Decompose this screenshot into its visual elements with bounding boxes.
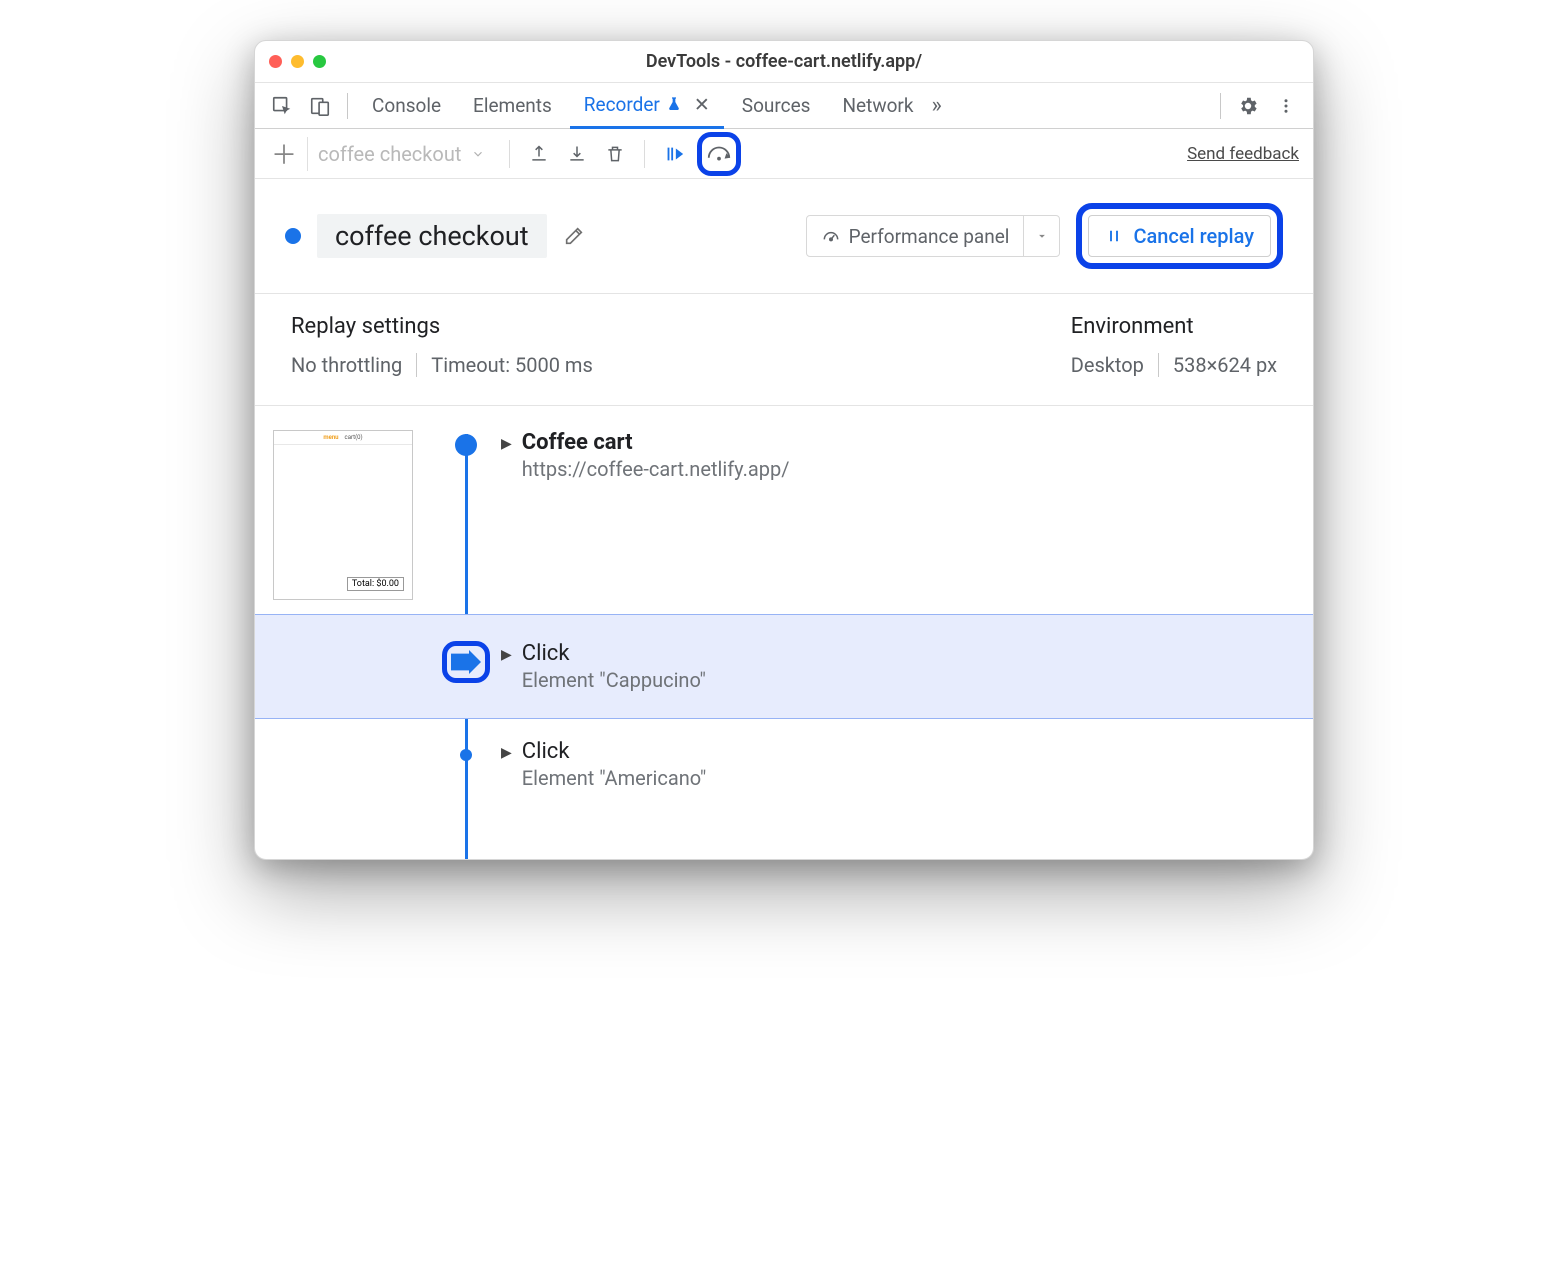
expand-step-icon[interactable]: ▶: [501, 647, 512, 663]
cancel-replay-highlight: Cancel replay: [1076, 203, 1283, 269]
step-subtitle: Element "Americano": [522, 766, 706, 790]
recording-indicator-icon: [285, 228, 301, 244]
kebab-menu-icon[interactable]: [1269, 89, 1303, 123]
step-title: Coffee cart: [522, 430, 790, 455]
tab-sources[interactable]: Sources: [728, 83, 825, 129]
more-tabs-icon[interactable]: »: [932, 93, 942, 118]
current-step-arrow-icon: [451, 650, 481, 674]
close-window-button[interactable]: [269, 55, 282, 68]
step-thumbnail: menucart(0) Total: $0.00: [273, 430, 413, 600]
tab-console[interactable]: Console: [358, 83, 455, 129]
recording-title[interactable]: coffee checkout: [317, 214, 547, 258]
settings-row: Replay settings No throttling Timeout: 5…: [255, 294, 1313, 406]
export-icon[interactable]: [524, 139, 554, 169]
send-feedback-link[interactable]: Send feedback: [1187, 144, 1299, 164]
step-row[interactable]: ▶ Click Element "Americano": [255, 719, 1313, 804]
expand-step-icon[interactable]: ▶: [501, 436, 512, 452]
tab-network[interactable]: Network: [828, 83, 927, 129]
minimize-window-button[interactable]: [291, 55, 304, 68]
tab-recorder[interactable]: Recorder ✕: [570, 83, 724, 129]
separator: [347, 93, 348, 119]
steps-area: menucart(0) Total: $0.00 ▶ Coffee cart h…: [255, 406, 1313, 859]
chevron-down-icon[interactable]: [1023, 216, 1059, 256]
maximize-window-button[interactable]: [313, 55, 326, 68]
cancel-replay-button[interactable]: Cancel replay: [1088, 215, 1271, 257]
devtools-tabbar: Console Elements Recorder ✕ Sources Netw…: [255, 83, 1313, 129]
recorder-toolbar: ＋ coffee checkout Send feedback: [255, 129, 1313, 179]
tab-elements[interactable]: Elements: [459, 83, 566, 129]
delete-icon[interactable]: [600, 139, 630, 169]
recording-header: coffee checkout Performance panel Cancel…: [255, 179, 1313, 294]
new-recording-button[interactable]: ＋: [269, 135, 299, 172]
current-step-highlight: [442, 641, 490, 683]
step-subtitle: Element "Cappucino": [522, 668, 706, 692]
flask-icon: [666, 96, 682, 112]
window-title: DevTools - coffee-cart.netlify.app/: [255, 51, 1313, 72]
timeline-node-start-icon: [455, 434, 477, 456]
environment-heading: Environment: [1071, 314, 1277, 339]
step-row-initial[interactable]: menucart(0) Total: $0.00 ▶ Coffee cart h…: [255, 406, 1313, 614]
step-subtitle: https://coffee-cart.netlify.app/: [522, 457, 790, 481]
step-over-highlight: [697, 132, 741, 176]
chevron-down-icon: [471, 147, 485, 161]
step-title: Click: [522, 641, 706, 666]
separator: [509, 140, 510, 168]
replay-settings-heading: Replay settings: [291, 314, 1011, 339]
gauge-icon: [821, 226, 841, 246]
timeline-node-icon: [460, 749, 472, 761]
devtools-window: DevTools - coffee-cart.netlify.app/ Cons…: [254, 40, 1314, 860]
dimensions-value: 538×624 px: [1173, 353, 1277, 377]
separator: [416, 353, 417, 377]
separator: [644, 140, 645, 168]
device-value: Desktop: [1071, 353, 1144, 377]
expand-step-icon[interactable]: ▶: [501, 745, 512, 761]
timeout-value[interactable]: Timeout: 5000 ms: [431, 353, 593, 377]
throttling-value[interactable]: No throttling: [291, 353, 402, 377]
step-replay-icon[interactable]: [659, 139, 689, 169]
device-toolbar-icon[interactable]: [303, 89, 337, 123]
step-title: Click: [522, 739, 706, 764]
import-icon[interactable]: [562, 139, 592, 169]
traffic-lights: [269, 55, 326, 68]
separator: [1220, 93, 1221, 119]
performance-panel-dropdown[interactable]: Performance panel: [806, 215, 1061, 257]
recording-selector[interactable]: coffee checkout: [307, 137, 495, 171]
separator: [1158, 353, 1159, 377]
settings-gear-icon[interactable]: [1231, 89, 1265, 123]
step-over-icon[interactable]: [704, 139, 734, 169]
pause-icon: [1105, 227, 1123, 245]
inspect-element-icon[interactable]: [265, 89, 299, 123]
close-tab-icon[interactable]: ✕: [694, 93, 710, 116]
step-row-current[interactable]: ▶ Click Element "Cappucino": [255, 614, 1313, 719]
edit-title-icon[interactable]: [563, 225, 585, 247]
titlebar: DevTools - coffee-cart.netlify.app/: [255, 41, 1313, 83]
